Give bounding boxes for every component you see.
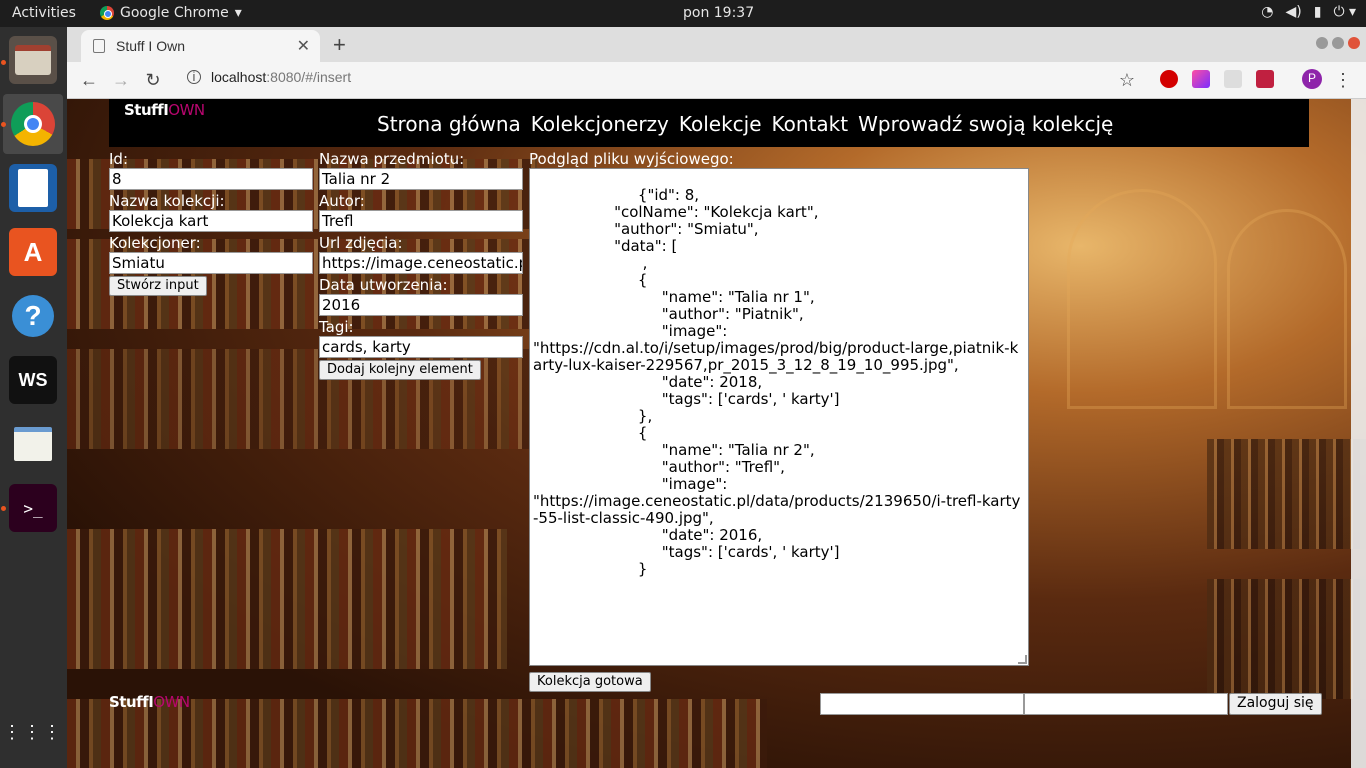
- webstorm-icon[interactable]: WS: [9, 356, 57, 404]
- tags-input[interactable]: cards, karty: [319, 336, 523, 358]
- footer-logo[interactable]: StuffIOWN: [109, 693, 190, 711]
- output-preview-text: {"id": 8, "colName": "Kolekcja kart", "a…: [533, 186, 1021, 578]
- minimize-icon[interactable]: [1316, 37, 1328, 49]
- browser-toolbar: ← → ↻ i localhost:8080/#/insert ☆ P ⋮: [67, 62, 1366, 99]
- id-label: Id:: [109, 150, 128, 168]
- browser-window: Stuff I Own ✕ + ← → ↻ i localhost:8080/#…: [67, 27, 1366, 768]
- text-editor-icon[interactable]: [9, 420, 57, 468]
- nav-collectors[interactable]: Kolekcjonerzy: [531, 112, 669, 136]
- preview-label: Podgląd pliku wyjściowego:: [529, 150, 734, 168]
- login-password-input[interactable]: [1024, 693, 1228, 715]
- software-center-icon[interactable]: A: [9, 228, 57, 276]
- extension-icon[interactable]: [1192, 70, 1210, 88]
- background-bookshelf: [1207, 439, 1366, 549]
- date-input[interactable]: 2016: [319, 294, 523, 316]
- collection-name-input[interactable]: Kolekcja kart: [109, 210, 313, 232]
- site-header: StuffIOWN Strona główna Kolekcjonerzy Ko…: [109, 99, 1309, 147]
- image-url-input[interactable]: https://image.ceneostatic.pl/data/produc…: [319, 252, 523, 274]
- close-window-icon[interactable]: [1348, 37, 1360, 49]
- tab-title: Stuff I Own: [116, 38, 185, 54]
- extension-icon[interactable]: [1256, 70, 1274, 88]
- app-menu[interactable]: Google Chrome ▾: [100, 5, 242, 21]
- chrome-icon: [100, 6, 114, 20]
- maximize-icon[interactable]: [1332, 37, 1344, 49]
- bookmark-star-icon[interactable]: ☆: [1117, 70, 1137, 91]
- item-name-input[interactable]: Talia nr 2: [319, 168, 523, 190]
- output-preview-textarea[interactable]: {"id": 8, "colName": "Kolekcja kart", "a…: [529, 168, 1029, 666]
- power-icon: ⏻ ▾: [1333, 4, 1356, 20]
- system-top-bar: Activities Google Chrome ▾ pon 19:37 ◔ ◀…: [0, 0, 1366, 27]
- item-name-label: Nazwa przedmiotu:: [319, 150, 465, 168]
- image-url-label: Url zdjęcia:: [319, 234, 403, 252]
- clock[interactable]: pon 19:37: [683, 5, 754, 21]
- close-tab-icon[interactable]: ✕: [297, 36, 310, 56]
- show-apps-icon[interactable]: ⋮⋮⋮: [3, 708, 61, 756]
- resize-handle-icon[interactable]: [1018, 655, 1027, 664]
- reload-icon[interactable]: ↻: [143, 70, 163, 91]
- nav-insert-collection[interactable]: Wprowadź swoją kolekcję: [858, 112, 1113, 136]
- author-input[interactable]: Trefl: [319, 210, 523, 232]
- info-icon[interactable]: i: [187, 70, 201, 84]
- wifi-icon: ◔: [1261, 4, 1274, 20]
- id-input[interactable]: 8: [109, 168, 313, 190]
- collector-label: Kolekcjoner:: [109, 234, 201, 252]
- tab-strip: Stuff I Own ✕ +: [67, 27, 1366, 62]
- volume-icon: ◀): [1285, 4, 1302, 20]
- main-nav: Strona główna Kolekcjonerzy Kolekcje Kon…: [377, 112, 1113, 136]
- site-logo[interactable]: StuffIOWN: [124, 101, 205, 119]
- writer-icon[interactable]: [9, 164, 57, 212]
- author-label: Autor:: [319, 192, 365, 210]
- login-button[interactable]: Zaloguj się: [1229, 693, 1322, 715]
- running-indicator: [1, 506, 6, 511]
- page-icon: [93, 39, 105, 53]
- tags-label: Tagi:: [319, 318, 354, 336]
- address-bar[interactable]: i localhost:8080/#/insert: [187, 69, 351, 85]
- background-bookshelf: [1207, 579, 1366, 699]
- opera-extension-icon[interactable]: [1160, 70, 1178, 88]
- collection-done-button[interactable]: Kolekcja gotowa: [529, 672, 651, 692]
- background-arch: [1227, 209, 1347, 409]
- add-element-button[interactable]: Dodaj kolejny element: [319, 360, 481, 380]
- help-icon[interactable]: ?: [9, 292, 57, 340]
- nav-collections[interactable]: Kolekcje: [679, 112, 762, 136]
- collection-name-label: Nazwa kolekcji:: [109, 192, 225, 210]
- terminal-icon[interactable]: >_: [9, 484, 57, 532]
- url-host: localhost: [211, 69, 267, 85]
- eyedropper-icon[interactable]: [1224, 70, 1242, 88]
- files-icon[interactable]: [9, 36, 57, 84]
- tab-stuff-i-own[interactable]: Stuff I Own ✕: [81, 30, 320, 62]
- battery-icon: ▮: [1313, 4, 1322, 20]
- page-scrollbar[interactable]: [1351, 99, 1366, 768]
- window-controls: [1316, 37, 1360, 49]
- chevron-down-icon: ▾: [234, 5, 242, 21]
- date-label: Data utworzenia:: [319, 276, 448, 294]
- forward-icon[interactable]: →: [111, 70, 131, 91]
- create-input-button[interactable]: Stwórz input: [109, 276, 207, 296]
- running-indicator: [1, 60, 6, 65]
- login-username-input[interactable]: [820, 693, 1024, 715]
- running-indicator: [1, 122, 6, 127]
- profile-avatar[interactable]: P: [1302, 69, 1322, 89]
- new-tab-icon[interactable]: +: [333, 32, 346, 58]
- url-path: :8080/#/insert: [266, 69, 352, 85]
- back-icon[interactable]: ←: [79, 70, 99, 91]
- system-tray[interactable]: ◔ ◀) ▮ ⏻ ▾: [1261, 4, 1356, 20]
- nav-home[interactable]: Strona główna: [377, 112, 521, 136]
- chrome-icon[interactable]: [9, 100, 57, 148]
- background-bookshelf: [67, 529, 507, 669]
- app-menu-label: Google Chrome: [120, 5, 229, 21]
- dock: A ? WS >_ ⋮⋮⋮: [0, 27, 67, 768]
- activities-button[interactable]: Activities: [12, 5, 76, 21]
- menu-icon[interactable]: ⋮: [1333, 70, 1353, 91]
- nav-contact[interactable]: Kontakt: [772, 112, 849, 136]
- page-viewport: StuffIOWN Strona główna Kolekcjonerzy Ko…: [67, 99, 1366, 768]
- background-arch: [1067, 189, 1217, 409]
- collector-input[interactable]: Smiatu: [109, 252, 313, 274]
